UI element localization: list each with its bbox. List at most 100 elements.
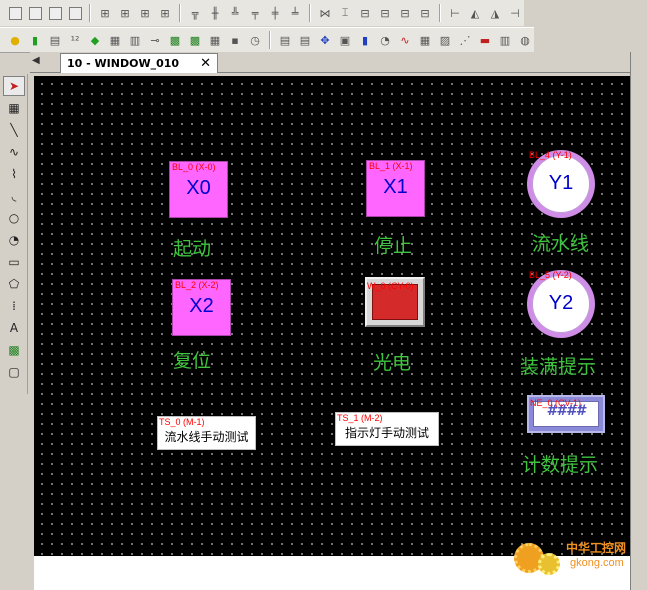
watermark-cn: 中华工控网 [566, 541, 627, 555]
align-bottom-icon[interactable]: ╩ [226, 4, 244, 22]
group-icon[interactable] [6, 4, 24, 22]
object-tag: BL_4 (Y-1) [529, 150, 572, 160]
photo-sensor-indicator[interactable]: W_0 (CY-0) [365, 277, 425, 327]
scroll-icon[interactable]: ▥ [496, 31, 514, 49]
same-width-icon[interactable]: ╤ [246, 4, 264, 22]
align-right-icon[interactable]: ⊞ [136, 4, 154, 22]
bit-lamp-y1[interactable]: Y1 BL_4 (Y-1) [527, 150, 595, 218]
text-icon[interactable]: A [3, 318, 25, 338]
meter-icon[interactable]: ◔ [376, 31, 394, 49]
bit-button-x0[interactable]: BL_0 (X-0) X0 [169, 161, 228, 218]
button-label: X0 [186, 177, 211, 199]
history-table-icon[interactable]: ▦ [416, 31, 434, 49]
lamp-label: Y1 [548, 172, 574, 194]
toolbar-separator [179, 4, 181, 22]
toolbar-separator [309, 4, 311, 22]
close-icon[interactable]: ✕ [200, 56, 211, 71]
bit-button-x2[interactable]: BL_2 (X-2) X2 [172, 279, 231, 336]
rotate-icon[interactable]: ⊢ [446, 4, 464, 22]
distribute-icon[interactable]: ⊟ [396, 4, 414, 22]
pie-icon[interactable]: ◔ [3, 230, 25, 250]
button-label: 指示灯手动测试 [344, 426, 429, 440]
indirect-window-icon[interactable]: ▪ [226, 31, 244, 49]
bring-front-icon[interactable] [46, 4, 64, 22]
line-icon[interactable]: ╲ [3, 120, 25, 140]
grid-align-icon[interactable]: ⊟ [416, 4, 434, 22]
clock-icon[interactable]: ◷ [246, 31, 264, 49]
picture-icon[interactable]: ▨ [436, 31, 454, 49]
flip-horizontal-icon[interactable]: ◭ [466, 4, 484, 22]
ascii-input-icon[interactable]: ▩ [186, 31, 204, 49]
count-numeric-display[interactable]: NE_0 (CV-1) #### [527, 395, 605, 433]
align-grid-icon[interactable]: ⊞ [156, 4, 174, 22]
send-back-icon[interactable] [66, 4, 84, 22]
object-tag: BL_1 (X-1) [369, 161, 413, 171]
flip-vertical-icon[interactable]: ◮ [486, 4, 504, 22]
caption-stop: 停止 [374, 235, 413, 257]
toolbar-separator [439, 4, 441, 22]
editor-window: ⊞ ⊞ ⊞ ⊞ ╦ ╫ ╩ ╤ ╪ ╧ ⋈ ⌶ ⊟ ⊟ ⊟ ⊟ ⊢ ◭ ◮ ⊣ … [0, 0, 647, 590]
select-pointer-icon[interactable]: ➤ [3, 76, 25, 96]
design-canvas[interactable]: BL_0 (X-0) X0 起动 BL_1 (X-1) X1 停止 Y1 BL_… [34, 76, 630, 556]
bit-button-x1[interactable]: BL_1 (X-1) X1 [366, 160, 425, 217]
align-middle-icon[interactable]: ╫ [206, 4, 224, 22]
object-tag: BL_0 (X-0) [172, 162, 216, 172]
xy-plot-icon[interactable]: ⋰ [456, 31, 474, 49]
bar-graph-icon[interactable]: ▮ [356, 31, 374, 49]
polyline-icon[interactable]: ∿ [3, 142, 25, 162]
trend-icon[interactable]: ∿ [396, 31, 414, 49]
caption-start: 起动 [173, 238, 212, 260]
word-lamp-icon[interactable]: ▤ [46, 31, 64, 49]
caption-photo-sensor: 光电 [373, 352, 412, 374]
alarm-display-icon[interactable]: ▤ [296, 31, 314, 49]
animation-icon[interactable]: ▣ [336, 31, 354, 49]
ungroup-icon[interactable] [26, 4, 44, 22]
space-horizontal-icon[interactable]: ⋈ [316, 4, 334, 22]
recipe-icon[interactable]: ◍ [516, 31, 534, 49]
arc-icon[interactable]: ◟ [3, 186, 25, 206]
align-top-icon[interactable]: ╦ [186, 4, 204, 22]
align-left-icon[interactable]: ⊞ [96, 4, 114, 22]
mirror-icon[interactable]: ⊣ [506, 4, 524, 22]
bulb-icon[interactable]: ● [6, 31, 24, 49]
toolbar-separator [89, 4, 91, 22]
caption-reset: 复位 [173, 350, 212, 372]
same-size-icon[interactable]: ╧ [286, 4, 304, 22]
right-scrollbar[interactable] [630, 52, 647, 590]
polygon-icon[interactable]: ⬠ [3, 274, 25, 294]
keypad-icon[interactable]: ▦ [106, 31, 124, 49]
toggle-indicator-manual-test[interactable]: TS_1 (M-2) 指示灯手动测试 [335, 412, 439, 446]
toggle-pipeline-manual-test[interactable]: TS_0 (M-1) 流水线手动测试 [157, 416, 256, 450]
multi-state-icon[interactable]: ◆ [86, 31, 104, 49]
drawing-toolbar: ➤ ▦ ╲ ∿ ⌇ ◟ ○ ◔ ▭ ⬠ ⁞ A ▩ ▢ [0, 74, 28, 394]
bit-lamp-y2[interactable]: Y2 BL_5 (Y-2) [527, 270, 595, 338]
center-vertical-icon[interactable]: ⊟ [376, 4, 394, 22]
image-icon[interactable]: ▩ [3, 340, 25, 360]
button-label: X1 [383, 176, 408, 198]
set-word-icon[interactable]: ▥ [126, 31, 144, 49]
same-height-icon[interactable]: ╪ [266, 4, 284, 22]
gear-icon [538, 553, 560, 575]
frame-icon[interactable]: ▢ [3, 362, 25, 382]
number-input-icon[interactable]: ▩ [166, 31, 184, 49]
center-horizontal-icon[interactable]: ⊟ [356, 4, 374, 22]
property-icon[interactable]: ▦ [3, 98, 25, 118]
numeric-icon[interactable]: ¹² [66, 31, 84, 49]
curve-icon[interactable]: ⌇ [3, 164, 25, 184]
circle-icon[interactable]: ○ [3, 208, 25, 228]
function-key-icon[interactable]: ⊸ [146, 31, 164, 49]
tab-scroll-left-icon[interactable]: ◀ [32, 55, 40, 66]
button-label: X2 [189, 295, 214, 317]
barcode-icon[interactable]: ▦ [206, 31, 224, 49]
scale-icon[interactable]: ⁞ [3, 296, 25, 316]
alarm-bar-icon[interactable]: ▤ [276, 31, 294, 49]
move-shape-icon[interactable]: ✥ [316, 31, 334, 49]
bit-lamp-icon[interactable]: ▮ [26, 31, 44, 49]
tab-title: 10 - WINDOW_010 [67, 57, 180, 70]
space-vertical-icon[interactable]: ⌶ [336, 4, 354, 22]
tab-window-010[interactable]: 10 - WINDOW_010 ✕ [60, 53, 218, 73]
slider-icon[interactable]: ▬ [476, 31, 494, 49]
align-center-icon[interactable]: ⊞ [116, 4, 134, 22]
rectangle-icon[interactable]: ▭ [3, 252, 25, 272]
alignment-toolbar: ⊞ ⊞ ⊞ ⊞ ╦ ╫ ╩ ╤ ╪ ╧ ⋈ ⌶ ⊟ ⊟ ⊟ ⊟ ⊢ ◭ ◮ ⊣ [0, 0, 524, 26]
